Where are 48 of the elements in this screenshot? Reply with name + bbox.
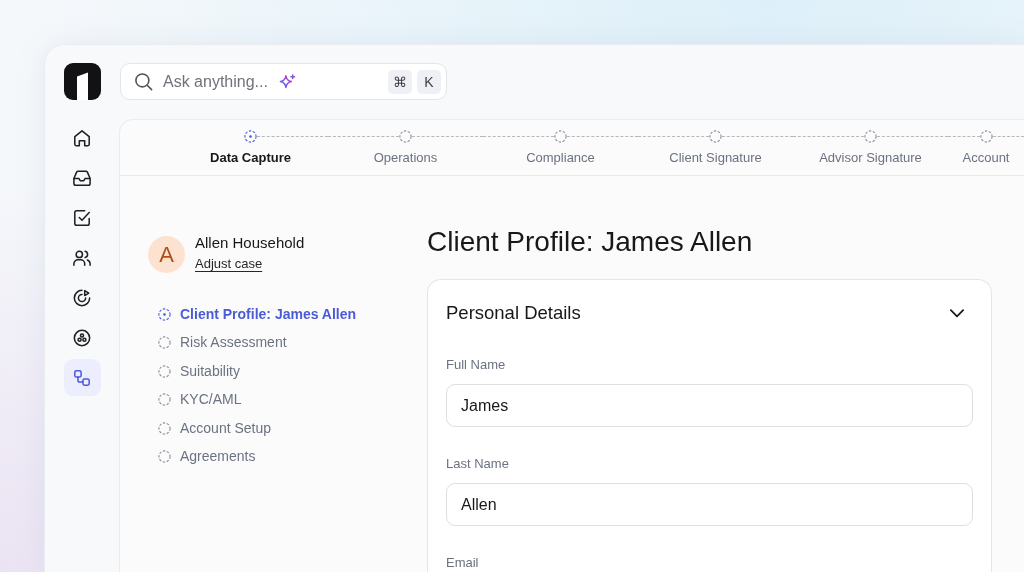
avatar: A xyxy=(148,235,185,273)
household-name: Allen Household xyxy=(195,233,305,253)
section-nav-item[interactable]: Agreements xyxy=(158,442,256,471)
search-icon xyxy=(135,72,153,91)
field-label: Full Name xyxy=(446,357,507,372)
text-input[interactable]: James xyxy=(446,384,973,427)
home-icon xyxy=(73,128,91,147)
section-title: Personal Details xyxy=(446,301,581,325)
users-icon xyxy=(73,248,91,267)
field-label: Last Name xyxy=(446,456,510,471)
dashed-circle-icon xyxy=(158,393,171,407)
field-label: Email xyxy=(446,555,480,570)
section-nav-item[interactable]: Suitability xyxy=(158,357,240,386)
dashed-circle-icon xyxy=(399,130,412,143)
text-input[interactable]: Allen xyxy=(446,483,973,526)
dashed-circle-icon xyxy=(158,421,171,435)
dashed-circle-icon xyxy=(158,336,171,350)
progress-step[interactable]: Account xyxy=(948,120,1024,165)
section-nav-item[interactable]: Account Setup xyxy=(158,414,272,443)
dashed-circle-icon xyxy=(158,450,171,464)
circle-dots-icon xyxy=(73,328,91,347)
page-title: Client Profile: James Allen xyxy=(427,225,754,258)
dashed-circle-icon xyxy=(864,130,877,143)
linked-squares-icon xyxy=(73,368,91,387)
progress-step[interactable]: Operations xyxy=(328,120,483,165)
dashed-circle-icon xyxy=(554,130,567,143)
adjust-case-link[interactable]: Adjust case xyxy=(195,255,263,273)
sparkle-icon xyxy=(279,74,297,89)
section-nav-item[interactable]: Client Profile: James Allen xyxy=(158,300,357,329)
shortcut-key: ⌘ xyxy=(388,69,412,94)
progress-step[interactable]: Advisor Signature xyxy=(793,120,948,165)
chevron-down-icon[interactable] xyxy=(950,308,964,318)
inbox-icon xyxy=(73,168,91,187)
section-nav-item[interactable]: Risk Assessment xyxy=(158,328,287,357)
progress-step[interactable]: Data Capture xyxy=(173,120,328,165)
progress-step[interactable]: Compliance xyxy=(483,120,638,165)
dashed-circle-icon xyxy=(158,364,171,378)
progress-step[interactable]: Client Signature xyxy=(638,120,793,165)
dashed-circle-dot-icon xyxy=(244,130,257,143)
dashed-circle-icon xyxy=(709,130,722,143)
checkbox-icon xyxy=(73,208,91,227)
dashed-circle-dot-icon xyxy=(158,307,171,321)
search-input[interactable]: Ask anything... xyxy=(163,69,275,94)
shortcut-key: K xyxy=(417,69,441,94)
logo-icon xyxy=(63,63,101,100)
ring-play-icon xyxy=(73,288,91,307)
dashed-circle-icon xyxy=(979,130,993,143)
section-nav-item[interactable]: KYC/AML xyxy=(158,385,242,414)
